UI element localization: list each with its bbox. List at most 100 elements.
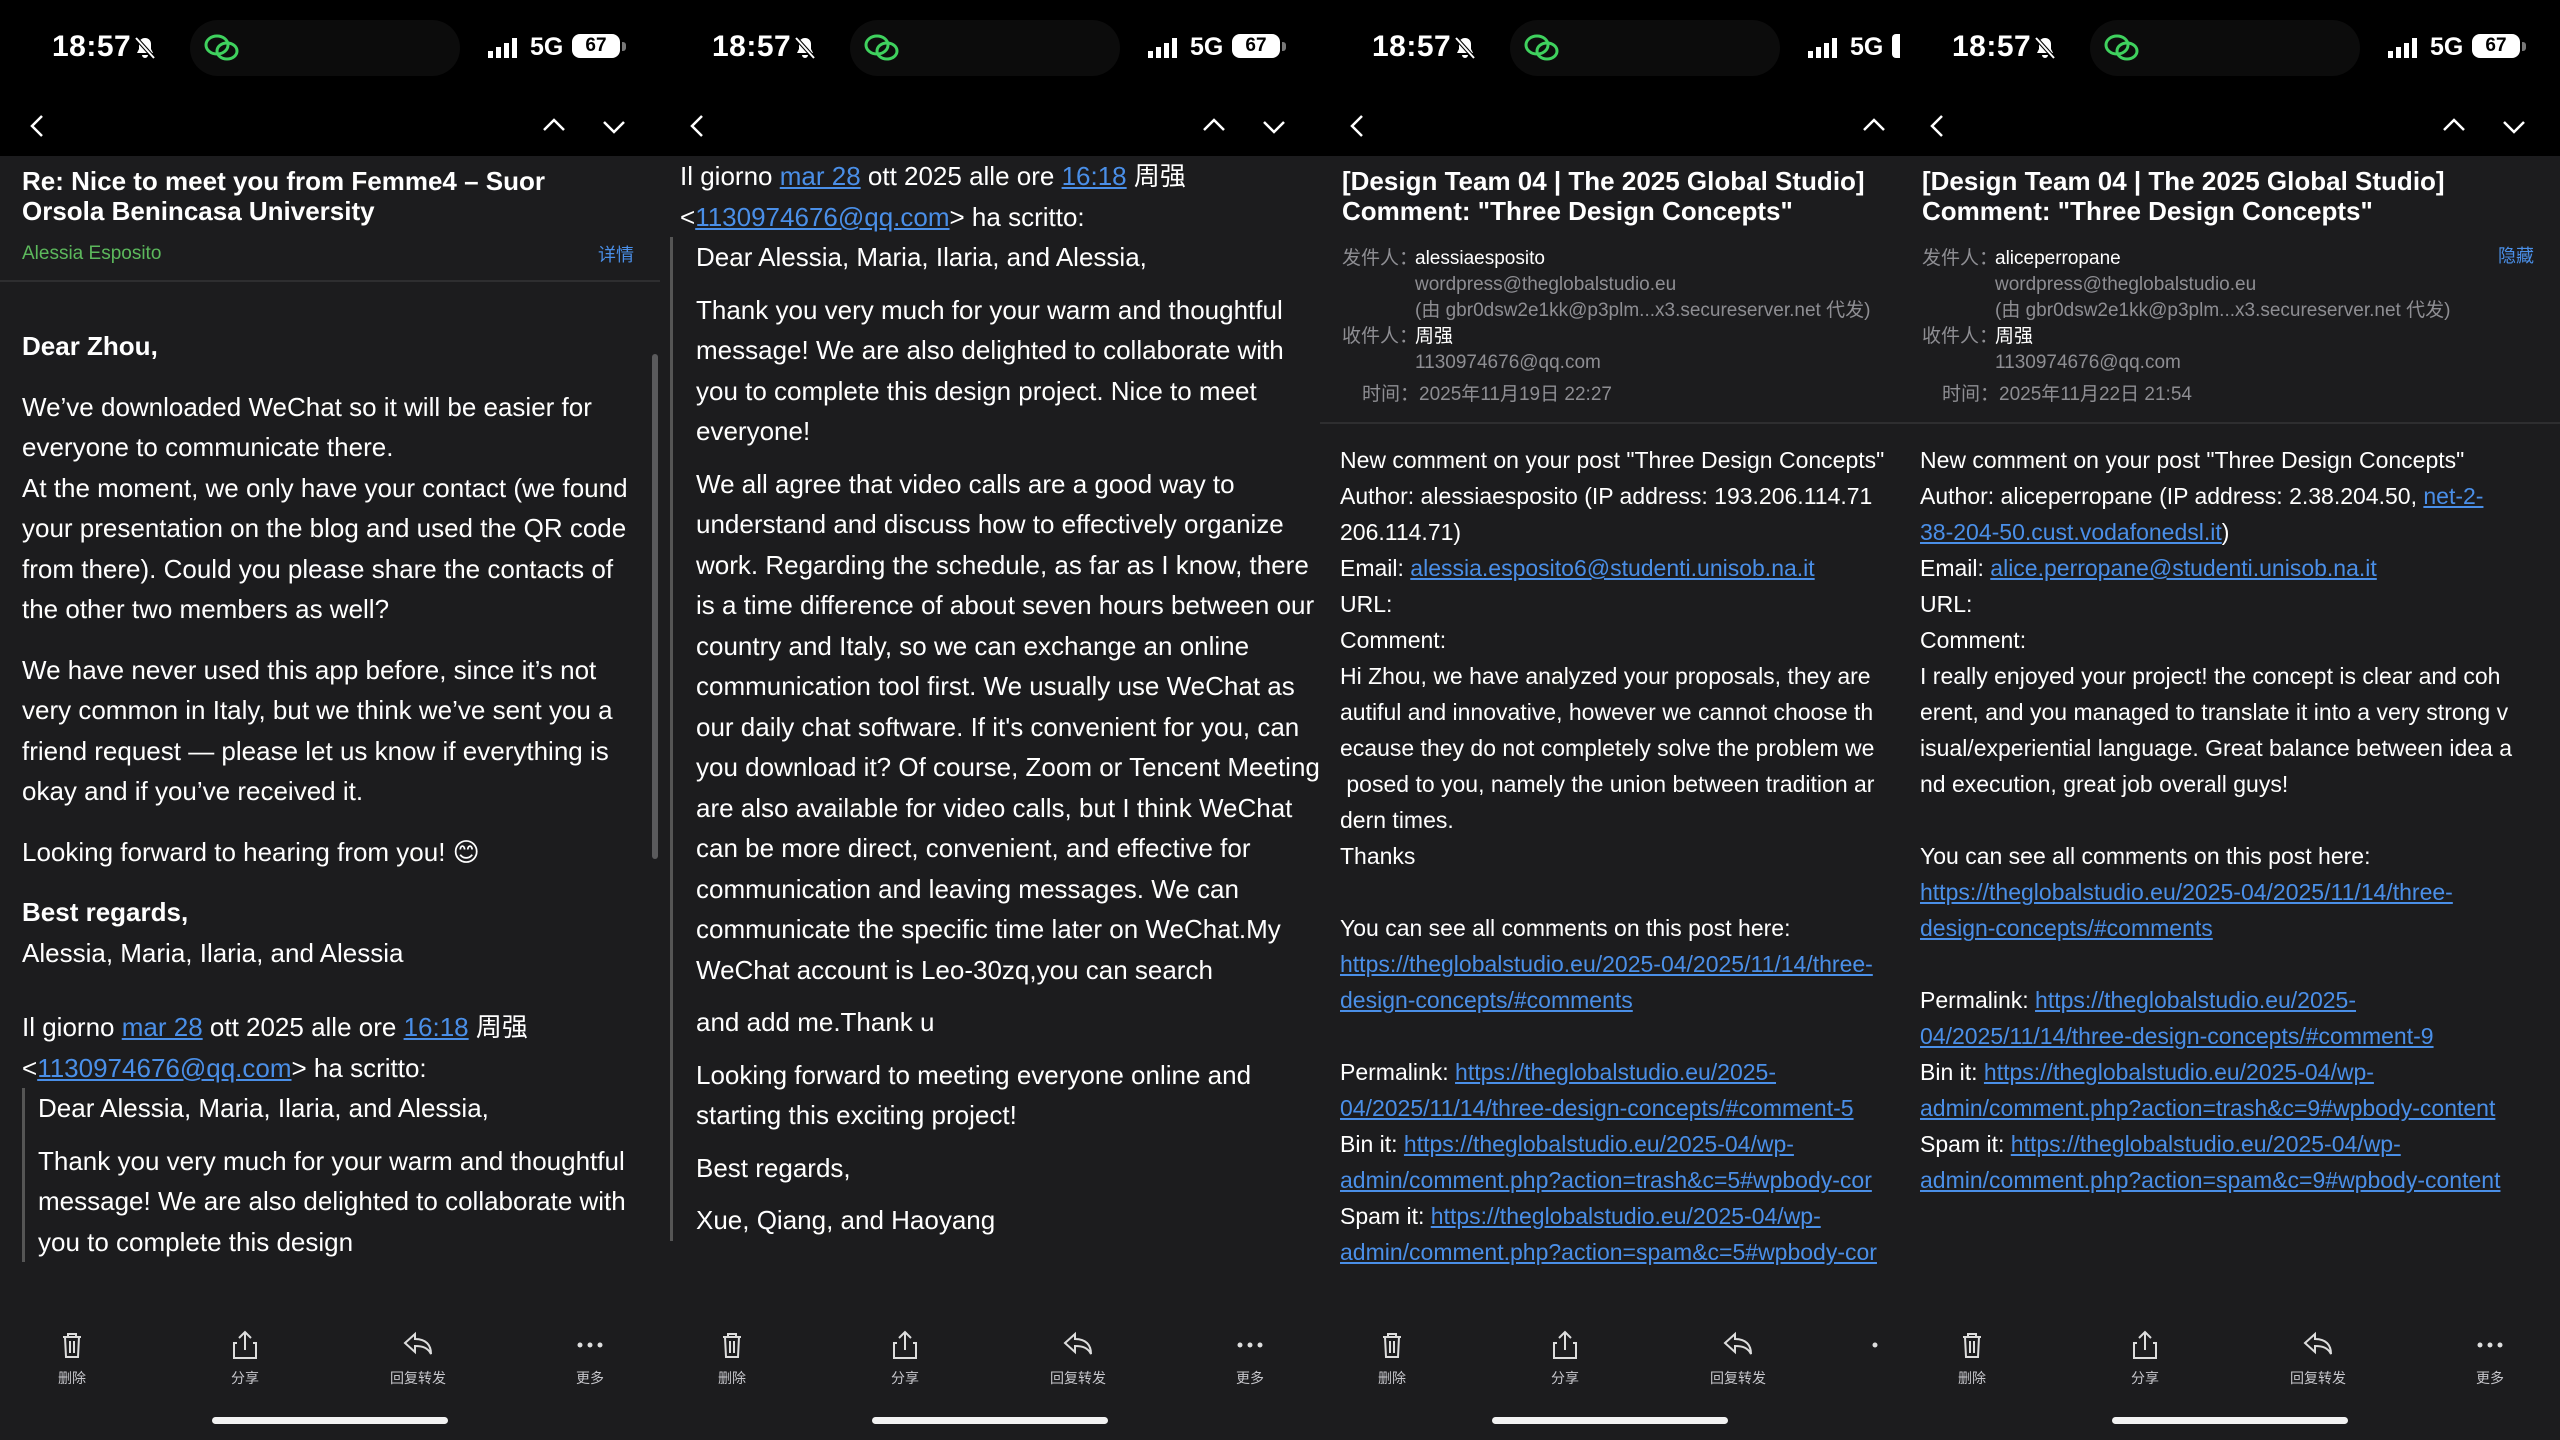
author-email-link[interactable]: alice.perropane@studenti.unisob.na.it xyxy=(1990,555,2377,581)
home-indicator[interactable] xyxy=(872,1417,1108,1424)
share-button[interactable]: 分享 xyxy=(2105,1328,2185,1388)
mail-content: [Design Team 04 | The 2025 Global Studio… xyxy=(1320,156,1900,1316)
delete-button[interactable]: 删除 xyxy=(692,1328,772,1388)
reply-forward-button[interactable]: 回复转发 xyxy=(1698,1328,1778,1388)
to-name[interactable]: 周强 xyxy=(1415,326,1453,347)
from-name[interactable]: alessiaesposito xyxy=(1415,248,1545,269)
back-chevron-icon[interactable] xyxy=(22,110,54,142)
more-button[interactable] xyxy=(1855,1328,1895,1362)
quoted-mail-body: Il giorno mar 28 ott 2025 alle ore 16:18… xyxy=(670,156,1320,1253)
spam-line: Spam it: https://theglobalstudio.eu/2025… xyxy=(1340,1198,1900,1234)
all-comments-link[interactable]: design-concepts/#comments xyxy=(1340,982,1900,1018)
header-divider xyxy=(1320,422,1900,424)
quote-time-link[interactable]: 16:18 xyxy=(1062,161,1127,191)
dynamic-island[interactable] xyxy=(2090,20,2360,76)
quote-time-link[interactable]: 16:18 xyxy=(404,1012,469,1042)
previous-mail-chevron-up-icon[interactable] xyxy=(1858,110,1890,142)
trash-icon xyxy=(723,1333,741,1358)
quote-email-link[interactable]: 1130974676@qq.com xyxy=(37,1053,291,1083)
status-time: 18:57 xyxy=(1372,30,1452,63)
all-comments-link[interactable]: https://theglobalstudio.eu/2025-04/2025/… xyxy=(1340,946,1900,982)
closing: Best regards, xyxy=(22,897,189,927)
reply-forward-label: 回复转发 xyxy=(1710,1370,1766,1386)
status-bar: 18:57 5G xyxy=(1320,0,1900,98)
permalink-link[interactable]: https://theglobalstudio.eu/2025- xyxy=(2035,987,2356,1013)
back-chevron-icon[interactable] xyxy=(1342,110,1374,142)
reply-forward-button[interactable]: 回复转发 xyxy=(2278,1328,2358,1388)
reply-forward-button[interactable]: 回复转发 xyxy=(378,1328,458,1388)
permalink-link[interactable]: 04/2025/11/14/three-design-concepts/#com… xyxy=(1920,1018,2540,1054)
bin-link[interactable]: https://theglobalstudio.eu/2025-04/wp- xyxy=(1984,1059,2374,1085)
mail-panel-3: 18:57 5G [Design Team 04 | The 2025 Glob… xyxy=(1320,0,1900,1440)
details-link[interactable]: 详情 xyxy=(598,241,634,267)
mail-content: Il giorno mar 28 ott 2025 alle ore 16:18… xyxy=(660,156,1320,1316)
quote-email-link[interactable]: 1130974676@qq.com xyxy=(695,202,949,232)
signal-icon xyxy=(488,38,517,58)
bin-link[interactable]: admin/comment.php?action=trash&c=9#wpbod… xyxy=(1920,1090,2540,1126)
next-mail-chevron-down-icon[interactable] xyxy=(1258,110,1290,142)
quote-date-link[interactable]: mar 28 xyxy=(780,161,861,191)
to-label: 收件人： xyxy=(1922,326,1999,347)
reply-forward-button[interactable]: 回复转发 xyxy=(1038,1328,1118,1388)
permalink-link[interactable]: https://theglobalstudio.eu/2025- xyxy=(1455,1059,1776,1085)
bottom-toolbar: 删除 分享 回复转发 更多 xyxy=(660,1316,1320,1440)
spam-link[interactable]: https://theglobalstudio.eu/2025-04/wp- xyxy=(1431,1203,1821,1229)
bin-link[interactable]: admin/comment.php?action=trash&c=5#wpbod… xyxy=(1340,1162,1900,1198)
author-email-link[interactable]: alessia.esposito6@studenti.unisob.na.it xyxy=(1410,555,1814,581)
permalink-label: Permalink: xyxy=(1340,1059,1456,1085)
from-label: 发件人： xyxy=(1922,248,1999,269)
delete-button[interactable]: 删除 xyxy=(32,1328,112,1388)
delete-button[interactable]: 删除 xyxy=(1352,1328,1432,1388)
quote-header-text: Il giorno xyxy=(680,161,780,191)
share-icon xyxy=(1553,1330,1577,1359)
delete-button[interactable]: 删除 xyxy=(1932,1328,2012,1388)
share-button[interactable]: 分享 xyxy=(865,1328,945,1388)
author-host-link[interactable]: net-2- xyxy=(2423,483,2483,509)
bottom-toolbar: 删除 分享 回复转发 xyxy=(1320,1316,1900,1440)
previous-mail-chevron-up-icon[interactable] xyxy=(538,110,570,142)
comment-line: isual/experiential language. Great balan… xyxy=(1920,735,2513,761)
more-button[interactable]: 更多 xyxy=(550,1328,630,1388)
more-button[interactable]: 更多 xyxy=(2450,1328,2530,1388)
permalink-link[interactable]: 04/2025/11/14/three-design-concepts/#com… xyxy=(1340,1090,1900,1126)
quote-header: Il giorno mar 28 ott 2025 alle ore 16:18… xyxy=(22,1007,642,1088)
quoted-message: Dear Alessia, Maria, Ilaria, and Alessia… xyxy=(670,237,1320,1241)
quoted-paragraph: We all agree that video calls are a good… xyxy=(696,468,1320,985)
from-name[interactable]: aliceperropane xyxy=(1995,248,2121,269)
home-indicator[interactable] xyxy=(2112,1417,2348,1424)
all-comments-link[interactable]: https://theglobalstudio.eu/2025-04/2025/… xyxy=(1920,874,2540,910)
sender-name[interactable]: Alessia Esposito xyxy=(22,243,161,265)
next-mail-chevron-down-icon[interactable] xyxy=(2498,110,2530,142)
from-via: (由 gbr0dsw2e1kk@p3plm...x3.secureserver.… xyxy=(1415,300,1871,321)
share-button[interactable]: 分享 xyxy=(1525,1328,1605,1388)
author-host-link[interactable]: 38-204-50.cust.vodafonedsl.it xyxy=(1920,519,2222,545)
scrollbar-thumb[interactable] xyxy=(652,354,658,859)
dynamic-island[interactable] xyxy=(850,20,1120,76)
quote-date-link[interactable]: mar 28 xyxy=(122,1012,203,1042)
dynamic-island[interactable] xyxy=(190,20,460,76)
share-button[interactable]: 分享 xyxy=(205,1328,285,1388)
previous-mail-chevron-up-icon[interactable] xyxy=(2438,110,2470,142)
all-comments-link[interactable]: design-concepts/#comments xyxy=(1920,910,2540,946)
from-label: 发件人： xyxy=(1342,248,1419,269)
back-chevron-icon[interactable] xyxy=(682,110,714,142)
battery-indicator: 67 xyxy=(572,34,626,58)
next-mail-chevron-down-icon[interactable] xyxy=(598,110,630,142)
to-name[interactable]: 周强 xyxy=(1995,326,2033,347)
more-button[interactable]: 更多 xyxy=(1210,1328,1290,1388)
hide-details-link[interactable]: 隐藏 xyxy=(2498,242,2534,268)
bin-link[interactable]: https://theglobalstudio.eu/2025-04/wp- xyxy=(1404,1131,1794,1157)
spam-link[interactable]: admin/comment.php?action=spam&c=9#wpbody… xyxy=(1920,1162,2540,1198)
dynamic-island[interactable] xyxy=(1510,20,1780,76)
quoted-greeting: Dear Alessia, Maria, Ilaria, and Alessia… xyxy=(38,1093,489,1123)
spam-link[interactable]: admin/comment.php?action=spam&c=5#wpbody… xyxy=(1340,1234,1900,1270)
battery-level: 67 xyxy=(585,35,607,56)
back-chevron-icon[interactable] xyxy=(1922,110,1954,142)
home-indicator[interactable] xyxy=(212,1417,448,1424)
previous-mail-chevron-up-icon[interactable] xyxy=(1198,110,1230,142)
home-indicator[interactable] xyxy=(1492,1417,1728,1424)
mute-bell-icon xyxy=(134,36,156,60)
quote-header-text: < xyxy=(680,201,696,232)
spam-link[interactable]: https://theglobalstudio.eu/2025-04/wp- xyxy=(2011,1131,2401,1157)
